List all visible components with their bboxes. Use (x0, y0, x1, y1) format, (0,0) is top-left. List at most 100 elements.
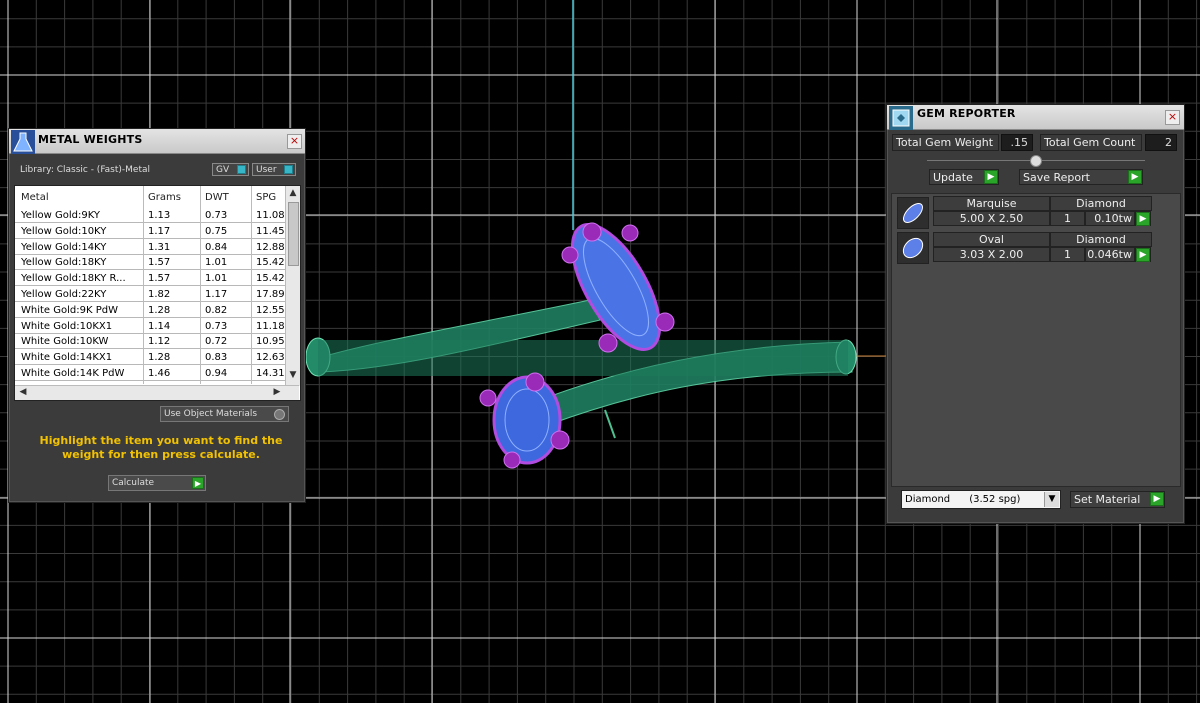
table-cell-spg: 14.31 (256, 368, 285, 379)
table-row[interactable]: White Gold:10KW 1.12 0.72 10.95 (15, 334, 285, 350)
table-row[interactable]: Yellow Gold:14KY 1.31 0.84 12.88 (15, 239, 285, 255)
total-gem-count-value: 2 (1145, 134, 1177, 151)
table-cell-spg: 15.42 (256, 273, 285, 285)
table-cell-metal: Yellow Gold:14KY (21, 241, 107, 253)
table-cell-dwt: 0.73 (205, 320, 228, 332)
update-button[interactable]: Update ▶ (929, 169, 999, 185)
oval-icon (902, 237, 924, 259)
table-row[interactable]: Yellow Gold:10KY 1.17 0.75 11.45 (15, 223, 285, 239)
gem-row-1-go-button[interactable]: ▶ (1135, 211, 1151, 226)
set-material-button-label: Set Material (1074, 493, 1141, 506)
gem-reporter-titlebar[interactable]: GEM REPORTER × (887, 105, 1184, 130)
metal-table-vertical-scrollbar[interactable]: ▲ ▼ (285, 186, 300, 386)
user-toggle-indicator (284, 165, 293, 174)
gem-row-1-weight[interactable]: 0.10tw (1085, 211, 1135, 226)
table-row[interactable]: Yellow Gold:18KY 1.57 1.01 15.42 (15, 255, 285, 271)
gem-row-1-shape[interactable]: Marquise (933, 196, 1050, 211)
gem-reporter-title: GEM REPORTER (917, 107, 1016, 120)
col-divider (200, 186, 201, 384)
table-cell-grams: 1.28 (148, 304, 171, 316)
ring-model[interactable] (305, 211, 857, 469)
total-gem-weight-value: .15 (1001, 134, 1033, 151)
material-select[interactable]: Diamond (3.52 spg) ▼ (901, 490, 1061, 509)
table-cell-metal: White Gold:14K PdW (21, 368, 125, 379)
chevron-down-icon[interactable]: ▼ (1044, 492, 1059, 507)
table-cell-metal: Yellow Gold:18KY R... (21, 273, 126, 285)
user-toggle[interactable]: User (252, 163, 296, 176)
gem-row-1-material[interactable]: Diamond (1050, 196, 1152, 211)
marquise-gem-thumbnail[interactable] (897, 197, 929, 229)
save-report-button[interactable]: Save Report ▶ (1019, 169, 1143, 185)
col-header-spg[interactable]: SPG (256, 192, 276, 203)
table-row[interactable]: White Gold:10KX1 1.14 0.73 11.18 (15, 318, 285, 334)
gem-row-2-count[interactable]: 1 (1050, 247, 1085, 262)
table-cell-spg: 15.42 (256, 257, 285, 269)
table-row[interactable]: Yellow Gold:9KY 1.13 0.73 11.08 (15, 208, 285, 223)
library-label: Library: Classic - (Fast)-Metal (20, 165, 151, 175)
table-cell-spg: 10.95 (256, 336, 285, 348)
gv-toggle-indicator (237, 165, 246, 174)
metal-table-horizontal-scrollbar[interactable]: ◀ ▶ (15, 385, 299, 400)
table-cell-metal: White Gold:14KX1 (21, 352, 113, 364)
toggle-circle-icon (274, 409, 285, 420)
table-cell-spg: 11.08 (256, 210, 285, 221)
col-header-dwt[interactable]: DWT (205, 192, 229, 203)
table-cell-dwt: 0.84 (205, 241, 228, 253)
divider-knob[interactable] (1030, 155, 1042, 167)
gem-row-2-shape[interactable]: Oval (933, 232, 1050, 247)
gem-reporter-close-button[interactable]: × (1165, 110, 1180, 125)
play-icon: ▶ (192, 477, 204, 489)
table-cell-grams: 1.14 (148, 320, 171, 332)
table-cell-grams: 1.17 (148, 225, 171, 237)
scroll-right-icon[interactable]: ▶ (271, 387, 283, 397)
table-row[interactable]: White Gold:9K PdW 1.28 0.82 12.55 (15, 302, 285, 318)
table-cell-dwt: 0.72 (205, 336, 228, 348)
metal-weights-title: METAL WEIGHTS (38, 133, 143, 146)
table-cell-spg: 17.89 (256, 289, 285, 300)
col-header-grams[interactable]: Grams (148, 192, 181, 203)
table-cell-grams: 1.46 (148, 368, 171, 379)
oval-gem[interactable] (479, 372, 570, 469)
table-cell-grams: 1.13 (148, 210, 171, 221)
scroll-up-icon[interactable]: ▲ (287, 188, 299, 198)
gem-row-2-weight[interactable]: 0.046tw (1085, 247, 1135, 262)
use-object-materials-label: Use Object Materials (164, 409, 258, 419)
play-icon: ▶ (984, 170, 998, 184)
table-row[interactable]: White Gold:14KX1 1.28 0.83 12.63 (15, 350, 285, 366)
table-row[interactable]: Yellow Gold:22KY 1.82 1.17 17.89 (15, 287, 285, 302)
scroll-down-icon[interactable]: ▼ (287, 370, 299, 380)
table-cell-dwt: 0.75 (205, 225, 228, 237)
play-icon: ▶ (1150, 492, 1164, 506)
gem-row-2-go-button[interactable]: ▶ (1135, 247, 1151, 262)
metal-weights-close-button[interactable]: × (287, 134, 302, 149)
col-divider (251, 186, 252, 384)
scroll-left-icon[interactable]: ◀ (17, 387, 29, 397)
gv-toggle-label: GV (216, 165, 230, 175)
table-cell-metal: Yellow Gold:9KY (21, 210, 100, 221)
table-row[interactable]: Yellow Gold:18KY R... 1.57 1.01 15.42 (15, 271, 285, 287)
gem-row-1-size[interactable]: 5.00 X 2.50 (933, 211, 1050, 226)
use-object-materials-toggle[interactable]: Use Object Materials (160, 406, 289, 422)
oval-gem-thumbnail[interactable] (897, 232, 929, 264)
gv-toggle[interactable]: GV (212, 163, 249, 176)
gem-row-1-count[interactable]: 1 (1050, 211, 1085, 226)
table-cell-metal: White Gold:10KX1 (21, 320, 113, 332)
calculate-button[interactable]: Calculate ▶ (108, 475, 206, 491)
table-cell-grams: 1.28 (148, 352, 171, 364)
update-button-label: Update (933, 171, 973, 184)
set-material-button[interactable]: Set Material ▶ (1070, 491, 1165, 508)
gem-row-2-size[interactable]: 3.03 X 2.00 (933, 247, 1050, 262)
table-row[interactable]: White Gold:14K PdW 1.46 0.94 14.31 (15, 366, 285, 381)
table-cell-dwt: 0.73 (205, 210, 228, 221)
save-report-button-label: Save Report (1023, 171, 1090, 184)
flask-icon (11, 130, 35, 154)
metal-weights-titlebar[interactable]: METAL WEIGHTS × (9, 129, 305, 154)
play-icon: ▶ (1136, 248, 1150, 262)
table-cell-grams: 1.57 (148, 273, 171, 285)
table-cell-metal: White Gold:9K PdW (21, 304, 118, 316)
table-cell-grams: 1.57 (148, 257, 171, 269)
gem-row-2-material[interactable]: Diamond (1050, 232, 1152, 247)
scroll-thumb[interactable] (288, 202, 299, 266)
table-cell-spg: 12.55 (256, 304, 285, 316)
col-header-metal[interactable]: Metal (21, 192, 49, 203)
